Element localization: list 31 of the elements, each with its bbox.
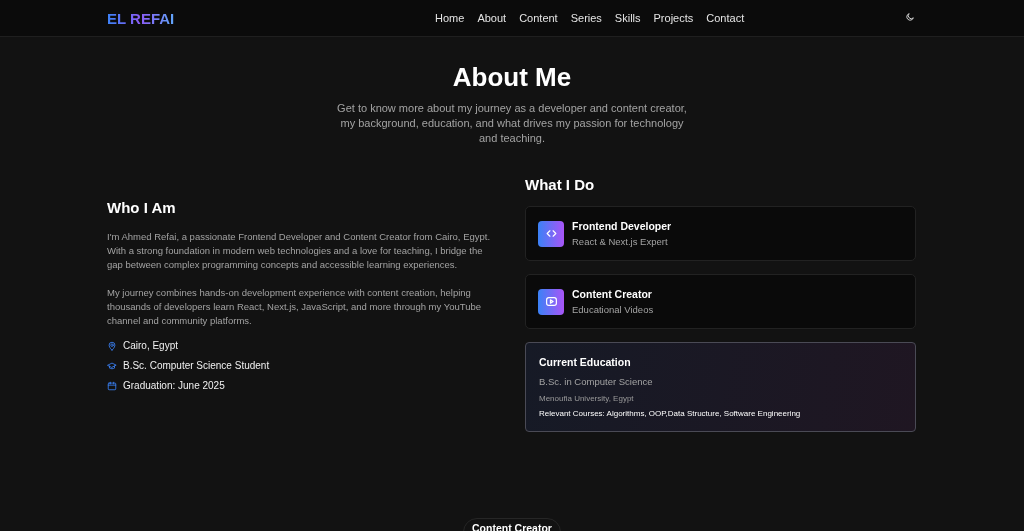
calendar-icon — [107, 380, 117, 391]
nav-link[interactable]: Content — [519, 12, 558, 24]
nav-link[interactable]: Series — [570, 12, 602, 24]
section-heading: Who I Am — [107, 199, 177, 216]
section-heading: What I Do — [525, 176, 596, 193]
code-icon — [544, 227, 558, 240]
nav-link[interactable]: Projects — [653, 12, 694, 24]
nav-link[interactable]: Home — [435, 12, 465, 24]
nav-link[interactable]: Skills — [614, 12, 641, 24]
role-title: Frontend Developer — [572, 220, 672, 232]
location-pin-icon — [107, 340, 117, 351]
page-title: About Me — [452, 62, 572, 93]
role-subtitle: React & Next.js Expert — [572, 236, 669, 247]
role-title: Content Creator — [572, 288, 653, 300]
education-school: Menoufia University, Egypt — [539, 394, 635, 403]
video-play-icon — [544, 295, 558, 308]
fact-text: B.Sc. Computer Science Student — [123, 360, 270, 371]
moon-icon — [905, 12, 915, 22]
bio-paragraph: I'm Ahmed Refai, a passionate Frontend Developer and Content Creator from Cairo, Egypt. With a strong foundation in modern web technologies and a love for teaching, I bridge the gap between complex programming concepts and accessible learning experiences. — [107, 230, 491, 272]
fact-text: Cairo, Egypt — [123, 340, 179, 351]
education-title: Current Education — [539, 356, 632, 368]
fact-text: Graduation: June 2025 — [123, 380, 225, 391]
graduation-cap-icon — [107, 360, 117, 371]
role-subtitle: Educational Videos — [572, 304, 654, 315]
nav-link[interactable]: About — [477, 12, 507, 24]
theme-toggle-button[interactable] — [905, 12, 917, 24]
nav-link[interactable]: Contact — [706, 12, 745, 24]
education-degree: B.Sc. in Computer Science — [539, 376, 654, 387]
education-courses: Relevant Courses: Algorithms, OOP,Data Structure, Software Engineering — [539, 409, 802, 418]
page-subtitle: Get to know more about my journey as a developer and content creator, my background, education, and what drives my passion for technology and teaching. — [336, 101, 688, 146]
bio-paragraph: My journey combines hands-on development experience with content creation, helping thousands of developers learn React, Next.js, JavaScript, and more through my YouTube channel and community platforms. — [107, 286, 483, 328]
